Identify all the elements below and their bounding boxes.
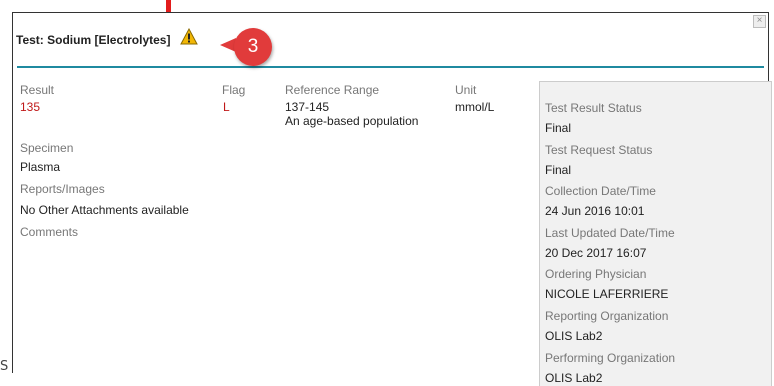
ordering-physician-label: Ordering Physician: [545, 267, 647, 281]
unit-value: mmol/L: [455, 100, 495, 114]
reporting-organization-label: Reporting Organization: [545, 309, 669, 323]
reference-range-label: Reference Range: [285, 83, 380, 97]
last-updated-datetime-value: 20 Dec 2017 16:07: [545, 246, 647, 260]
reports-images-label: Reports/Images: [20, 182, 105, 196]
unit-label: Unit: [455, 83, 477, 97]
reference-range-value: 137-145: [285, 100, 330, 114]
performing-organization-label: Performing Organization: [545, 351, 676, 365]
last-updated-datetime-label: Last Updated Date/Time: [545, 226, 675, 240]
header-divider: [17, 66, 764, 68]
test-result-status-label: Test Result Status: [545, 101, 642, 115]
test-result-status-value: Final: [545, 121, 572, 135]
comments-label: Comments: [20, 225, 79, 239]
test-result-dialog: × Result 135 Flag L Reference Range 137-…: [12, 12, 772, 386]
warning-triangle-icon: [180, 28, 198, 45]
collection-datetime-value: 24 Jun 2016 10:01: [545, 204, 645, 218]
flag-value: L: [223, 100, 230, 114]
dialog-title: Test: Sodium [Electrolytes]: [16, 33, 171, 47]
specimen-value: Plasma: [20, 160, 61, 174]
result-value: 135: [20, 100, 41, 114]
test-request-status-value: Final: [545, 163, 572, 177]
flag-label: Flag: [222, 83, 246, 97]
cropped-text-fragment: S: [0, 359, 9, 374]
callout-badge: 3: [234, 28, 272, 66]
reference-range-note: An age-based population: [285, 114, 419, 128]
result-label: Result: [20, 83, 55, 97]
specimen-label: Specimen: [20, 141, 74, 155]
collection-datetime-label: Collection Date/Time: [545, 184, 656, 198]
reporting-organization-value: OLIS Lab2: [545, 329, 603, 343]
status-panel: Test Result Status Final Test Request St…: [539, 81, 772, 386]
performing-organization-value: OLIS Lab2: [545, 371, 603, 385]
ordering-physician-value: NICOLE LAFERRIERE: [545, 287, 669, 301]
test-request-status-label: Test Request Status: [545, 143, 653, 157]
close-icon[interactable]: ×: [753, 15, 766, 28]
reports-images-value: No Other Attachments available: [20, 203, 189, 217]
